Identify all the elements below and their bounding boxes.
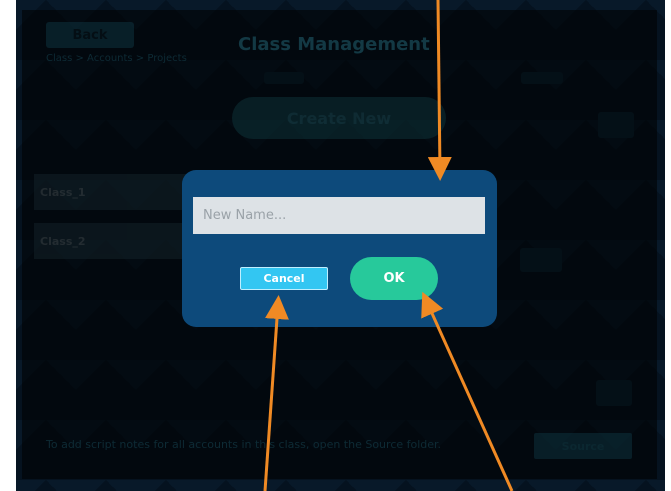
breadcrumb: Class > Accounts > Projects	[46, 53, 187, 64]
rename-dialog: Cancel OK	[182, 170, 497, 327]
background-placeholder	[596, 380, 632, 406]
source-button[interactable]: Source	[534, 433, 632, 459]
page-title: Class Management	[238, 34, 430, 55]
cancel-button[interactable]: Cancel	[240, 267, 328, 290]
footer-hint-text: To add script notes for all accounts in …	[46, 438, 442, 451]
screenshot-stage: Back Class > Accounts > Projects Class M…	[0, 0, 671, 491]
ok-button[interactable]: OK	[350, 257, 438, 300]
background-placeholder	[520, 248, 562, 272]
create-new-button[interactable]: Create New	[232, 97, 446, 139]
back-button[interactable]: Back	[46, 22, 134, 48]
background-placeholder	[264, 72, 304, 84]
background-placeholder	[598, 112, 634, 138]
background-placeholder	[521, 72, 563, 84]
new-name-input[interactable]	[193, 197, 485, 234]
